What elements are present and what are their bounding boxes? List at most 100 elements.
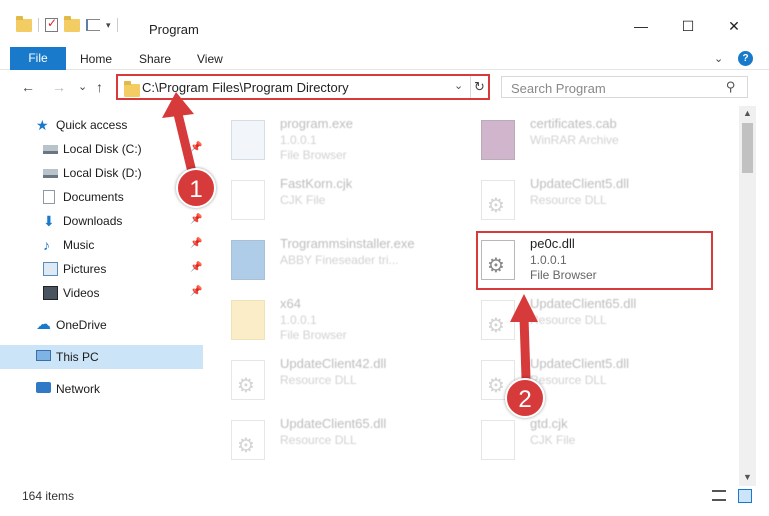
file-item[interactable]: UpdateClient5.dll Resource DLL — [456, 352, 692, 406]
sidebar-item-quick-access[interactable]: ★ Quick access — [0, 113, 203, 137]
archive-file-icon — [481, 120, 515, 160]
disk-icon — [43, 169, 58, 178]
dll-file-icon — [481, 300, 515, 340]
tab-view[interactable]: View — [197, 52, 223, 66]
file-item[interactable]: x64 1.0.0.1 File Browser — [206, 292, 442, 346]
file-type: Resource DLL — [530, 373, 607, 387]
divider — [38, 18, 39, 32]
forward-button[interactable]: → — [52, 79, 66, 95]
back-button[interactable]: ← — [21, 79, 35, 95]
cloud-icon: ☁ — [36, 316, 51, 333]
folder-icon[interactable] — [16, 15, 32, 32]
callout-badge-1: 1 — [176, 168, 216, 208]
documents-icon — [43, 190, 55, 204]
file-name: gtd.cjk — [530, 416, 568, 431]
sidebar-item-label: Music — [63, 238, 95, 252]
file-type: Resource DLL — [530, 193, 607, 207]
star-icon: ★ — [36, 117, 49, 133]
file-name: UpdateClient42.dll — [280, 356, 387, 371]
file-item[interactable]: UpdateClient65.dll Resource DLL — [206, 412, 442, 466]
sidebar-item-music[interactable]: ♪ Music 📌 — [0, 233, 203, 257]
pin-icon: 📌 — [190, 286, 203, 297]
file-version: 1.0.0.1 — [280, 133, 317, 147]
file-name: x64 — [280, 296, 301, 311]
generic-file-icon — [231, 180, 265, 220]
pin-icon: 📌 — [190, 238, 203, 249]
tab-share[interactable]: Share — [139, 52, 171, 66]
recent-locations-button[interactable]: ⌄ — [78, 80, 87, 93]
file-list: program.exe 1.0.0.1 File Browser certifi… — [206, 106, 738, 478]
file-type: WinRAR Archive — [530, 133, 619, 147]
up-button[interactable]: ↑ — [96, 79, 103, 95]
scrollbar-thumb[interactable] — [742, 123, 753, 173]
sidebar-item-this-pc[interactable]: This PC — [0, 345, 203, 369]
downloads-icon: ⬇ — [43, 213, 55, 229]
minimize-button[interactable]: — — [631, 16, 651, 36]
search-icon[interactable]: ⚲ — [726, 79, 736, 95]
search-placeholder: Search Program — [511, 81, 606, 96]
file-item[interactable]: Trogrammsinstaller.exe ABBY Fineseader t… — [206, 232, 442, 286]
search-input[interactable]: Search Program ⚲ — [501, 76, 748, 98]
file-item[interactable]: UpdateClient5.dll Resource DLL — [456, 172, 692, 226]
ribbon: File Home Share View ⌄ ? — [0, 44, 769, 70]
sidebar-item-label: Local Disk (D:) — [63, 166, 142, 180]
sidebar-item-pictures[interactable]: Pictures 📌 — [0, 257, 203, 281]
sidebar-item-label: This PC — [56, 350, 99, 364]
sidebar-item-local-disk-c[interactable]: Local Disk (C:) 📌 — [0, 137, 203, 161]
address-dropdown-icon[interactable]: ⌄ — [454, 79, 463, 92]
callout-badge-2: 2 — [505, 378, 545, 418]
sidebar-item-downloads[interactable]: ⬇ Downloads 📌 — [0, 209, 203, 233]
sidebar-item-label: Documents — [63, 190, 124, 204]
properties-icon[interactable] — [86, 19, 100, 31]
file-type: Resource DLL — [530, 313, 607, 327]
sidebar-item-label: Videos — [63, 286, 100, 300]
divider — [116, 18, 118, 32]
file-name: certificates.cab — [530, 116, 617, 131]
file-item[interactable]: UpdateClient42.dll Resource DLL — [206, 352, 442, 406]
scroll-up-icon[interactable]: ▲ — [743, 108, 752, 118]
maximize-button[interactable]: ☐ — [678, 16, 698, 36]
address-path[interactable]: C:\Program Files\Program Directory — [142, 80, 349, 95]
expand-ribbon-chevron-icon[interactable]: ⌄ — [714, 52, 723, 65]
help-icon[interactable]: ? — [738, 51, 753, 66]
file-item[interactable]: program.exe 1.0.0.1 File Browser — [206, 112, 442, 166]
sidebar-item-videos[interactable]: Videos 📌 — [0, 281, 203, 305]
close-button[interactable]: ✕ — [724, 16, 744, 36]
sidebar-item-network[interactable]: Network — [0, 377, 203, 401]
folder-icon — [124, 81, 140, 97]
title-bar: ▾ Program — ☐ ✕ — [0, 0, 769, 44]
file-item[interactable]: UpdateClient65.dll Resource DLL — [456, 292, 692, 346]
large-icons-view-icon[interactable] — [738, 489, 752, 503]
file-description: File Browser — [280, 328, 347, 342]
pin-icon: 📌 — [190, 262, 203, 273]
file-type: CJK File — [530, 433, 576, 447]
file-description: File Browser — [280, 148, 347, 162]
sidebar-item-documents[interactable]: Documents — [0, 185, 203, 209]
dll-file-icon — [231, 420, 265, 460]
vertical-scrollbar[interactable]: ▲ ▼ — [739, 106, 756, 486]
tab-home[interactable]: Home — [80, 52, 112, 66]
scroll-down-icon[interactable]: ▼ — [743, 472, 752, 482]
file-type: Resource DLL — [280, 373, 357, 387]
tab-file[interactable]: File — [10, 47, 66, 70]
customize-toolbar-chevron-icon[interactable]: ▾ — [106, 20, 111, 31]
file-type: CJK File — [280, 193, 326, 207]
music-icon: ♪ — [43, 237, 50, 253]
refresh-button[interactable]: ↻ — [470, 76, 488, 98]
file-item[interactable]: certificates.cab WinRAR Archive — [456, 112, 692, 166]
sidebar-item-onedrive[interactable]: ☁ OneDrive — [0, 313, 203, 337]
file-item[interactable]: FastKorn.cjk CJK File — [206, 172, 442, 226]
sidebar-item-local-disk-d[interactable]: Local Disk (D:) — [0, 161, 203, 185]
sidebar-item-label: OneDrive — [56, 318, 107, 332]
address-bar[interactable]: C:\Program Files\Program Directory ⌄ ↻ — [116, 74, 490, 100]
file-name: UpdateClient5.dll — [530, 176, 630, 191]
new-folder-icon[interactable] — [64, 15, 80, 32]
item-count: 164 items — [22, 489, 75, 503]
properties-check-icon[interactable] — [45, 16, 58, 32]
details-view-icon[interactable] — [712, 490, 726, 501]
folder-icon — [231, 300, 265, 340]
file-name: UpdateClient65.dll — [530, 296, 637, 311]
sidebar-item-label: Quick access — [56, 118, 128, 132]
file-item[interactable]: gtd.cjk CJK File — [456, 412, 692, 466]
file-name: FastKorn.cjk — [280, 176, 353, 191]
